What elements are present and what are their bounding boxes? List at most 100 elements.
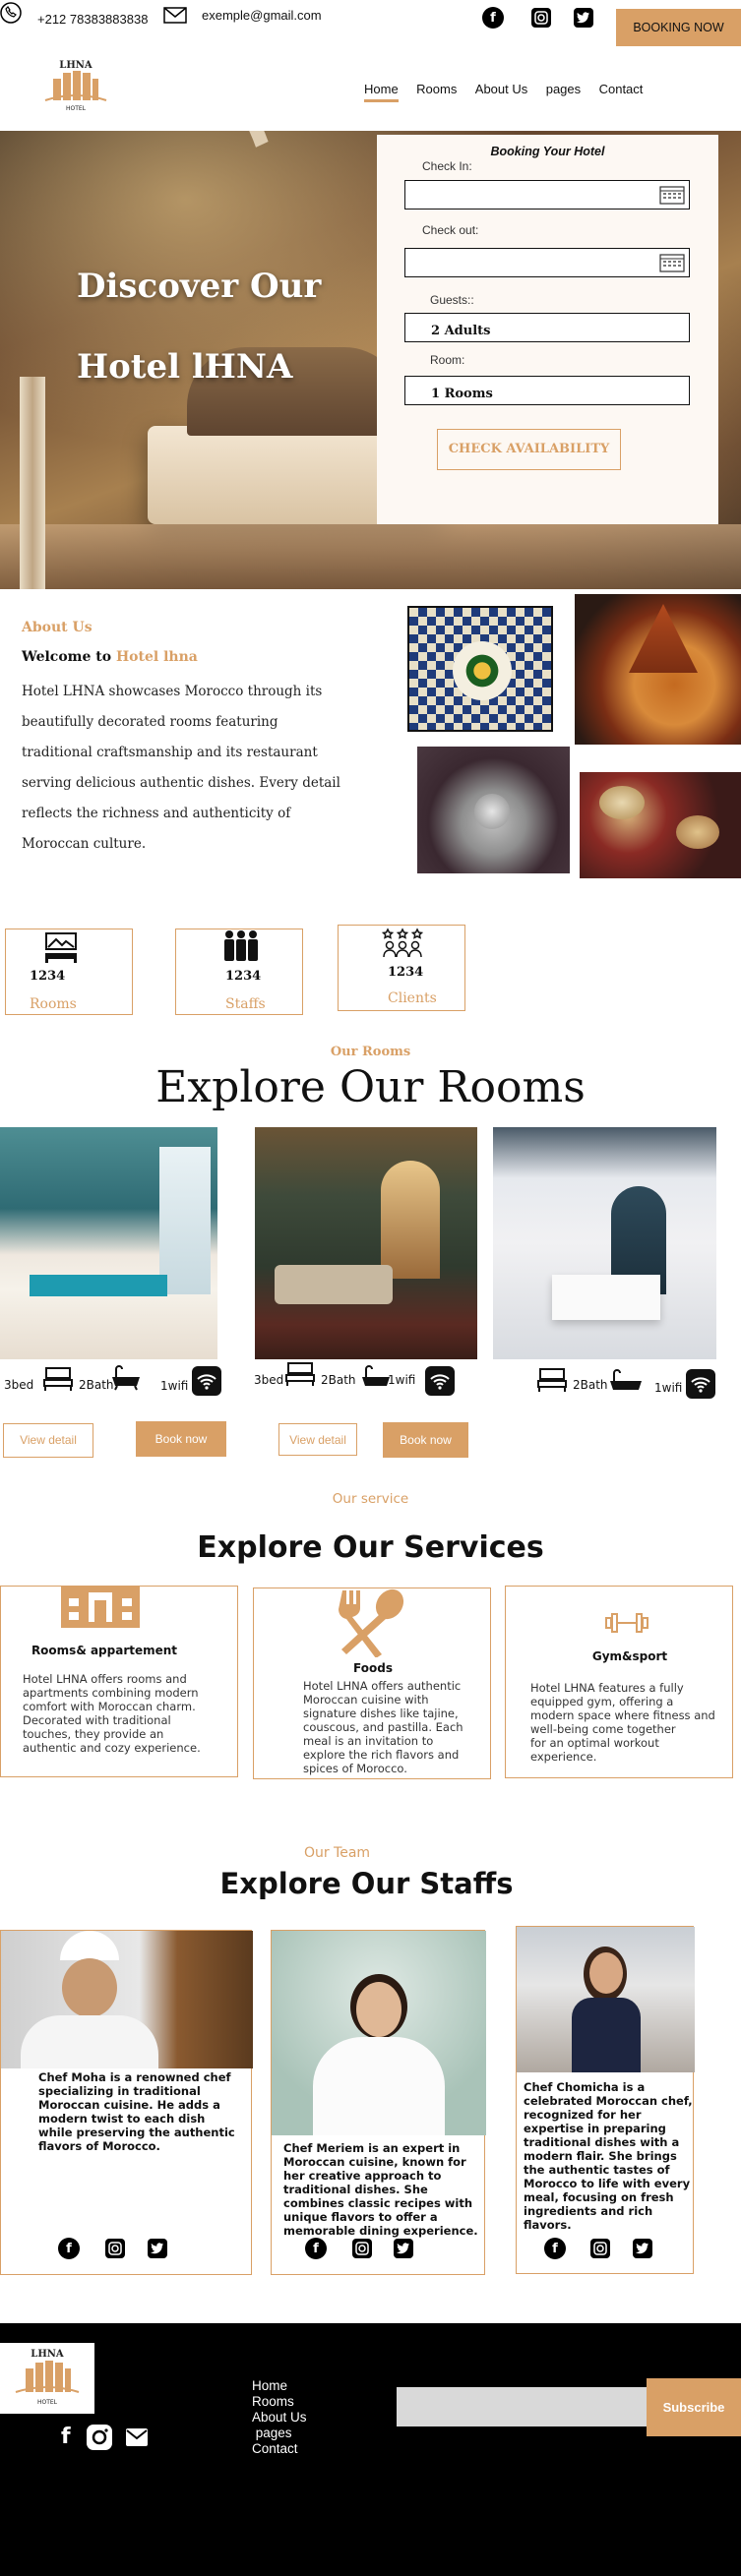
view-detail-button[interactable]: View detail xyxy=(3,1423,93,1458)
wifi-count: 1wifi xyxy=(654,1381,683,1395)
booking-title: Booking Your Hotel xyxy=(490,145,605,158)
room-select[interactable]: 1 Rooms xyxy=(404,376,690,405)
facebook-icon[interactable]: f xyxy=(544,2238,566,2259)
instagram-icon[interactable] xyxy=(590,2239,610,2258)
top-bar: +212 78383883838 exemple@gmail.com f BOO… xyxy=(0,0,741,46)
room-label: Room: xyxy=(430,353,465,367)
calendar-icon[interactable] xyxy=(659,185,685,209)
footer-logo[interactable]: LHNA HOTEL xyxy=(0,2343,94,2414)
stat-label: Rooms xyxy=(30,996,77,1012)
nav-pages[interactable]: pages xyxy=(546,82,581,96)
footer-link-rooms[interactable]: Rooms xyxy=(252,2394,307,2410)
booking-now-button[interactable]: BOOKING NOW xyxy=(616,9,741,46)
facebook-icon[interactable]: f xyxy=(58,2238,80,2259)
hero-title-line1: Discover Our xyxy=(77,267,322,306)
guests-value: 2 Adults xyxy=(431,324,491,338)
welcome-hotel-name: Hotel lhna xyxy=(115,649,198,665)
footer-link-pages[interactable]: pages xyxy=(252,2426,307,2441)
logo[interactable]: LHNA HOTEL xyxy=(39,57,112,114)
mail-icon[interactable] xyxy=(126,2428,148,2450)
footer-links: Home Rooms About Us pages Contact xyxy=(252,2378,307,2457)
booking-form: Booking Your Hotel Check In: Check out: … xyxy=(377,135,718,524)
about-line: Moroccan culture. xyxy=(22,836,147,852)
nav-rooms[interactable]: Rooms xyxy=(416,82,457,96)
instagram-icon[interactable] xyxy=(105,2239,125,2258)
twitter-icon[interactable] xyxy=(148,2239,167,2258)
service-text: Hotel LHNA offers authentic Moroccan cui… xyxy=(303,1679,463,1775)
checkin-label: Check In: xyxy=(422,159,472,173)
tajine-image xyxy=(575,594,741,745)
staff-group-icon xyxy=(221,929,261,967)
facebook-icon[interactable]: f xyxy=(305,2238,327,2259)
mail-icon xyxy=(163,7,187,28)
phone-icon xyxy=(0,2,26,24)
about-eyebrow: About Us xyxy=(22,620,93,635)
about-welcome: Welcome to Hotel lhna xyxy=(22,649,198,665)
staff-photo xyxy=(272,1931,486,2135)
mosaic-star xyxy=(453,641,512,700)
checkin-field[interactable] xyxy=(404,180,690,210)
footer-link-contact[interactable]: Contact xyxy=(252,2441,307,2457)
twitter-icon[interactable] xyxy=(394,2239,413,2258)
footer-link-home[interactable]: Home xyxy=(252,2378,307,2394)
room-image-3[interactable] xyxy=(493,1127,716,1359)
chef-hat xyxy=(60,1931,119,1960)
staff-photo xyxy=(1,1931,253,2068)
twitter-icon[interactable] xyxy=(574,8,593,28)
about-line: traditional craftsmanship and its restau… xyxy=(22,745,318,760)
mosaic-tile-image xyxy=(407,606,553,732)
stat-value: 1234 xyxy=(30,969,66,984)
footer-link-about[interactable]: About Us xyxy=(252,2410,307,2426)
nav-contact[interactable]: Contact xyxy=(599,82,644,96)
clients-rating-icon xyxy=(381,928,424,963)
book-now-button[interactable]: Book now xyxy=(383,1422,468,1458)
chef-face xyxy=(356,1982,401,2037)
bed-icon xyxy=(285,1361,315,1391)
beds-count: 3bed xyxy=(4,1378,34,1392)
book-now-button[interactable]: Book now xyxy=(136,1421,226,1457)
subscribe-email-input[interactable] xyxy=(397,2387,647,2426)
wifi-icon xyxy=(192,1366,221,1400)
calendar-icon[interactable] xyxy=(659,253,685,276)
main-nav: Home Rooms About Us pages Contact xyxy=(350,81,644,102)
instagram-icon[interactable] xyxy=(531,8,551,28)
view-detail-button[interactable]: View detail xyxy=(278,1423,357,1456)
staff-photo xyxy=(517,1927,695,2072)
facebook-icon[interactable]: f xyxy=(482,7,504,29)
facebook-icon[interactable]: f xyxy=(61,2426,71,2449)
welcome-prefix: Welcome to xyxy=(22,649,116,665)
baths-count: 2Bath xyxy=(79,1378,114,1392)
subscribe-button[interactable]: Subscribe xyxy=(647,2378,741,2436)
stat-value: 1234 xyxy=(388,965,424,980)
staff-bio: Chef Chomicha is a celebrated Moroccan c… xyxy=(524,2080,693,2232)
room-image-2[interactable] xyxy=(255,1127,477,1359)
chef-coat xyxy=(21,2015,158,2068)
about-line: beautifully decorated rooms featuring xyxy=(22,714,278,730)
fork-spoon-icon xyxy=(333,1588,407,1661)
twitter-icon[interactable] xyxy=(633,2239,652,2258)
tea-tray-image xyxy=(417,747,570,873)
room-bed xyxy=(552,1275,660,1320)
instagram-icon[interactable] xyxy=(85,2424,114,2455)
beds-count: 3bed xyxy=(254,1373,284,1387)
check-availability-button[interactable]: CHECK AVAILABILITY xyxy=(437,429,621,470)
service-text: Hotel LHNA features a fully equipped gym… xyxy=(530,1681,715,1764)
stat-value: 1234 xyxy=(225,969,262,984)
nav-home[interactable]: Home xyxy=(364,82,399,102)
checkout-field[interactable] xyxy=(404,248,690,277)
wifi-count: 1wifi xyxy=(160,1379,189,1393)
room-image-1[interactable] xyxy=(0,1127,217,1359)
spice-bowl xyxy=(599,786,645,819)
nav-about[interactable]: About Us xyxy=(475,82,527,96)
phone-number: +212 78383883838 xyxy=(37,12,149,27)
checkout-label: Check out: xyxy=(422,223,479,237)
bed-icon xyxy=(537,1367,567,1397)
stat-rooms: 1234 Rooms xyxy=(5,929,133,1015)
staff-bio: Chef Meriem is an expert in Moroccan cui… xyxy=(283,2141,478,2238)
guests-select[interactable]: 2 Adults xyxy=(404,313,690,342)
hero-title-line2: Hotel lHNA xyxy=(77,347,293,387)
baths-count: 2Bath xyxy=(321,1373,356,1387)
staff-bio: Chef Moha is a renowned chef specializin… xyxy=(38,2070,235,2153)
instagram-icon[interactable] xyxy=(352,2239,372,2258)
svg-text:HOTEL: HOTEL xyxy=(66,105,87,112)
